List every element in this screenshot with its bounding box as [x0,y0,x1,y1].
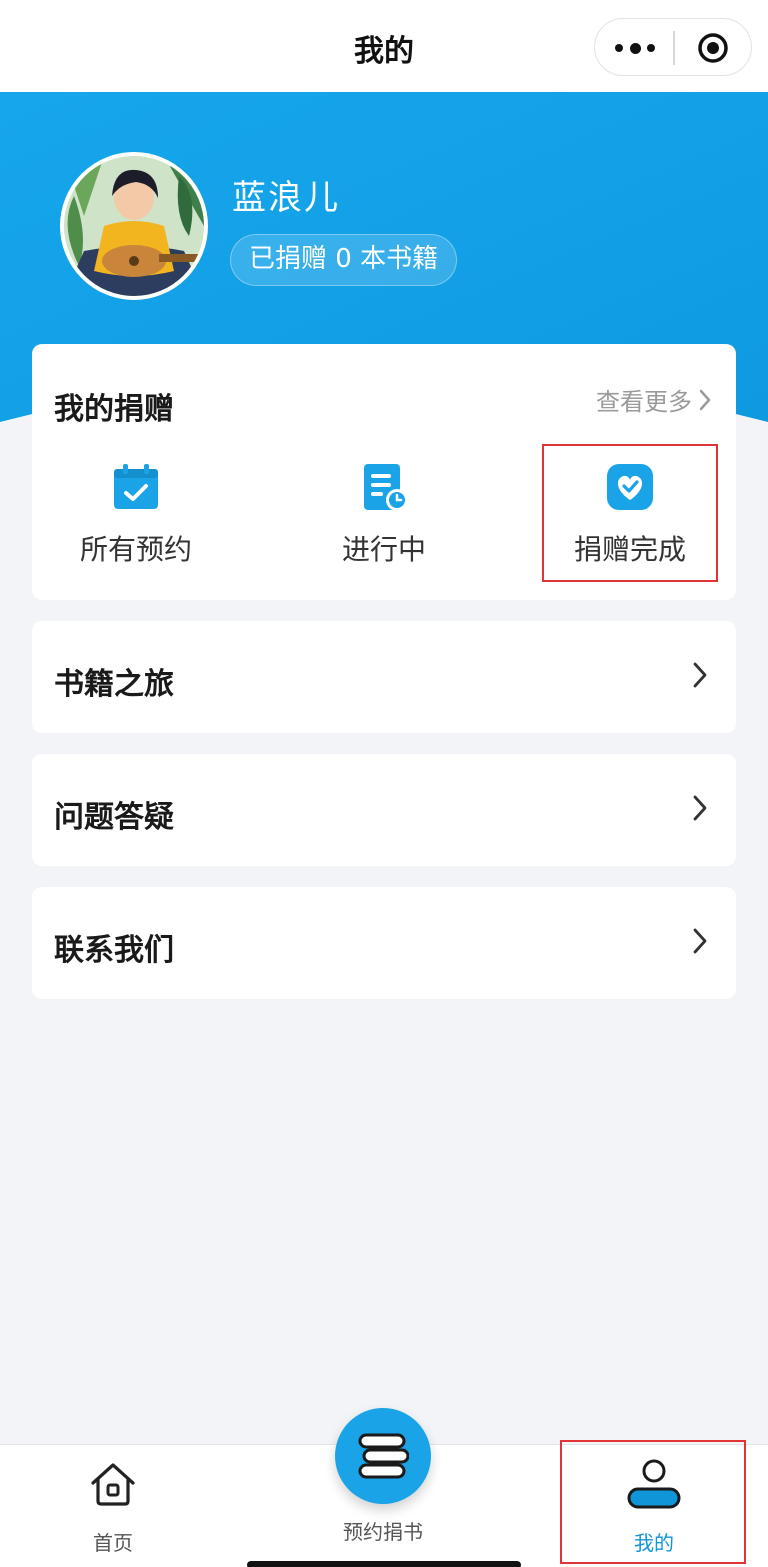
donated-count-badge: 已捐赠 0 本书籍 [230,234,458,286]
menu-item-book-journey[interactable]: 书籍之旅 [32,621,736,733]
menu-item-faq[interactable]: 问题答疑 [32,754,736,866]
view-more-link[interactable]: 查看更多 [596,382,712,417]
avatar-illustration [64,156,204,296]
calendar-check-icon [114,464,158,509]
chevron-right-icon [693,662,707,688]
menu-item-label: 书籍之旅 [54,667,174,702]
tab-mine-highlight [560,1440,746,1564]
capsule-divider [673,31,675,65]
all-appointments-label: 所有预约 [79,533,192,566]
avatar[interactable] [60,152,208,300]
tab-home-label: 首页 [93,1531,133,1555]
mini-program-capsule [594,18,752,76]
home-icon [91,1463,135,1506]
books-stack-icon [358,1433,409,1479]
in-progress-button[interactable]: 进行中 [294,452,474,568]
username: 蓝浪儿 [232,178,340,218]
menu-item-label: 联系我们 [54,933,174,968]
close-target-icon[interactable] [697,32,729,64]
tab-home[interactable]: 首页 [13,1445,213,1567]
tab-donate-label: 预约捐书 [343,1520,423,1544]
more-options-icon[interactable] [615,35,655,61]
menu-item-contact-us[interactable]: 联系我们 [32,887,736,999]
in-progress-label: 进行中 [341,533,426,566]
top-nav-bar: 我的 [0,0,768,92]
donate-book-center-button[interactable] [335,1408,431,1504]
chevron-right-icon [693,928,707,954]
menu-item-label: 问题答疑 [54,800,174,835]
chevron-right-icon [699,389,711,410]
document-clock-icon [364,464,408,511]
chevron-right-icon [693,795,707,821]
all-appointments-button[interactable]: 所有预约 [46,452,226,568]
donation-section-title: 我的捐赠 [54,392,174,427]
donation-complete-highlight [542,444,718,582]
home-indicator [247,1561,521,1567]
view-more-label: 查看更多 [596,388,692,416]
